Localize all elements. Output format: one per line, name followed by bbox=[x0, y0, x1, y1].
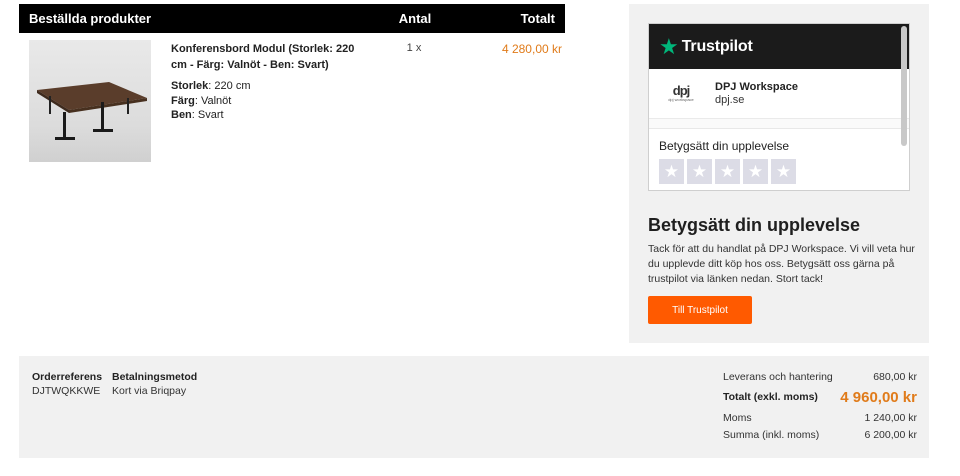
trustpilot-star-icon: ★ bbox=[659, 33, 679, 59]
order-row: Konferensbord Modul (Storlek: 220 cm - F… bbox=[19, 33, 565, 173]
product-info: Konferensbord Modul (Storlek: 220 cm - F… bbox=[171, 41, 371, 123]
trustpilot-widget[interactable]: ★ Trustpilot dpj dpj workspace DPJ Works… bbox=[648, 23, 910, 191]
star-4-icon[interactable]: ★ bbox=[743, 159, 768, 184]
review-heading: Betygsätt din upplevelse bbox=[648, 215, 861, 235]
totals: Leverans och hantering 680,00 kr Totalt … bbox=[723, 370, 917, 442]
star-rating[interactable]: ★ ★ ★ ★ ★ bbox=[649, 153, 909, 184]
product-qty: 1 x bbox=[406, 42, 422, 54]
vat-value: 1 240,00 kr bbox=[864, 412, 917, 424]
order-table: Beställda produkter Antal Totalt Konfere… bbox=[19, 4, 565, 173]
widget-divider bbox=[649, 119, 909, 129]
trustpilot-topbar: ★ Trustpilot bbox=[649, 24, 909, 69]
sum-row: Summa (inkl. moms) 6 200,00 kr bbox=[723, 428, 917, 442]
company-details: DPJ Workspace dpj.se bbox=[715, 81, 798, 107]
spec-color-value: : Valnöt bbox=[194, 94, 232, 107]
company-url[interactable]: dpj.se bbox=[715, 94, 798, 107]
review-panel: ★ Trustpilot dpj dpj workspace DPJ Works… bbox=[629, 4, 929, 343]
vat-label: Moms bbox=[723, 412, 752, 424]
total-label: Totalt (exkl. moms) bbox=[723, 391, 818, 403]
total-row: Totalt (exkl. moms) 4 960,00 kr bbox=[723, 384, 917, 410]
payment-method: Betalningsmetod Kort via Briqpay bbox=[112, 370, 232, 398]
shipping-label: Leverans och hantering bbox=[723, 371, 833, 383]
star-3-icon[interactable]: ★ bbox=[715, 159, 740, 184]
vat-row: Moms 1 240,00 kr bbox=[723, 411, 917, 425]
star-1-icon[interactable]: ★ bbox=[659, 159, 684, 184]
order-ref-value: DJTWQKKWE bbox=[32, 385, 101, 397]
spec-legs-value: : Svart bbox=[191, 109, 224, 121]
spec-size-value: : 220 cm bbox=[208, 80, 251, 92]
trustpilot-button[interactable]: Till Trustpilot bbox=[648, 296, 752, 324]
review-text: Tack för att du handlat på DPJ Workspace… bbox=[648, 243, 915, 285]
spec-color: Färg: Valnöt bbox=[171, 94, 371, 109]
conference-table-illustration bbox=[37, 82, 147, 140]
order-summary: Orderreferens DJTWQKKWE Betalningsmetod … bbox=[19, 356, 929, 458]
spec-color-label: Färg bbox=[171, 94, 195, 107]
company-logo: dpj dpj workspace bbox=[663, 82, 699, 106]
payment-label: Betalningsmetod bbox=[112, 371, 198, 383]
widget-scrollbar[interactable] bbox=[901, 26, 907, 146]
shipping-row: Leverans och hantering 680,00 kr bbox=[723, 370, 917, 384]
order-table-header: Beställda produkter Antal Totalt bbox=[19, 4, 565, 33]
star-2-icon[interactable]: ★ bbox=[687, 159, 712, 184]
total-value: 4 960,00 kr bbox=[840, 388, 917, 406]
trustpilot-company[interactable]: dpj dpj workspace DPJ Workspace dpj.se bbox=[649, 69, 909, 119]
payment-value: Kort via Briqpay bbox=[112, 385, 187, 397]
spec-size: Storlek: 220 cm bbox=[171, 79, 371, 94]
header-qty: Antal bbox=[398, 11, 432, 26]
header-total: Totalt bbox=[520, 11, 555, 26]
company-logo-sub: dpj workspace bbox=[668, 96, 694, 102]
spec-legs-label: Ben bbox=[171, 109, 192, 121]
product-price: 4 280,00 kr bbox=[501, 42, 562, 56]
company-name: DPJ Workspace bbox=[715, 80, 798, 93]
trustpilot-rate-title: Betygsätt din upplevelse bbox=[659, 139, 790, 153]
sum-label: Summa (inkl. moms) bbox=[723, 429, 820, 441]
trustpilot-brand: Trustpilot bbox=[681, 37, 753, 55]
spec-legs: Ben: Svart bbox=[171, 108, 371, 123]
order-reference: Orderreferens DJTWQKKWE bbox=[32, 370, 112, 398]
header-products: Beställda produkter bbox=[29, 11, 152, 26]
order-ref-label: Orderreferens bbox=[32, 371, 103, 383]
star-5-icon[interactable]: ★ bbox=[771, 159, 796, 184]
shipping-value: 680,00 kr bbox=[873, 371, 917, 383]
product-name[interactable]: Konferensbord Modul (Storlek: 220 cm - F… bbox=[171, 41, 371, 73]
spec-size-label: Storlek bbox=[171, 80, 209, 92]
product-image bbox=[29, 40, 151, 162]
product-specs: Storlek: 220 cm Färg: Valnöt Ben: Svart bbox=[171, 79, 371, 123]
sum-value: 6 200,00 kr bbox=[864, 429, 917, 441]
company-logo-mark: dpj bbox=[672, 82, 690, 98]
